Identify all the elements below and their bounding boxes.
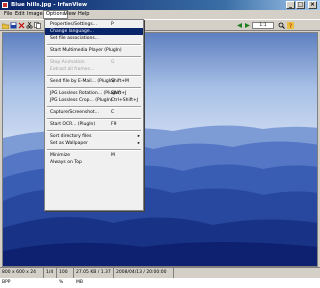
menu-item-shortcut: G (111, 60, 115, 65)
menu-separator (47, 75, 141, 77)
menu-item-capture-screenshot[interactable]: Capture/Screenshot... C (45, 109, 143, 116)
zoom-icon[interactable] (278, 22, 285, 29)
menu-item-label: Minimize (50, 153, 70, 158)
menu-item-shortcut: F9 (111, 122, 117, 127)
help-icon[interactable]: ? (287, 22, 294, 29)
menu-item-shortcut: C (111, 110, 115, 115)
menu-item-label: Change language... (50, 29, 94, 34)
menu-item-label: Start Multimedia Player (PlugIn) (50, 48, 122, 53)
menu-item-shortcut: P (111, 22, 114, 27)
app-icon (2, 2, 8, 8)
menu-separator (47, 44, 141, 46)
menu-item-shortcut: Ctrl+Shift+J (111, 98, 139, 103)
menu-separator (47, 149, 141, 151)
options-menu: Properties/Settings... P Change language.… (44, 19, 144, 211)
status-bar: 800 x 600 x 24 BPP 1/4 100 % 27.05 KB / … (0, 267, 320, 285)
previous-icon[interactable] (236, 22, 243, 29)
menu-item-label: JPG Lossless Crop... (PlugIn) (50, 98, 113, 103)
menu-item-properties-settings[interactable]: Properties/Settings... P (45, 21, 143, 28)
menu-separator (47, 87, 141, 89)
menu-item-sort-directory[interactable]: Sort directory files ▸ (45, 133, 143, 140)
menu-item-multimedia-player[interactable]: Start Multimedia Player (PlugIn) (45, 47, 143, 54)
menu-separator (47, 130, 141, 132)
status-file-size: 27.05 KB / 1.37 MB (74, 268, 114, 285)
menu-help[interactable]: Help (76, 10, 91, 19)
menu-item-label: Set as Wallpaper (50, 141, 88, 146)
menu-item-jpg-lossless-crop[interactable]: JPG Lossless Crop... (PlugIn) Ctrl+Shift+… (45, 97, 143, 104)
status-zoom: 100 % (57, 268, 74, 285)
title-bar[interactable]: Blue hills.jpg - IrfanView _ □ × (0, 0, 320, 10)
menu-item-jpg-lossless-rotation[interactable]: JPG Lossless Rotation... (PlugIn) Shift+J (45, 90, 143, 97)
menu-separator (47, 118, 141, 120)
menu-item-label: Send file by E-Mail... (PlugIn) (50, 79, 115, 84)
menu-item-change-language[interactable]: Change language... (45, 28, 143, 35)
menu-item-shortcut: M (111, 153, 115, 158)
close-button[interactable]: × (308, 1, 317, 9)
next-icon[interactable] (244, 22, 251, 29)
svg-text:?: ? (289, 23, 292, 29)
menu-item-label: Always on Top (50, 160, 82, 165)
menu-item-stop-animation[interactable]: Stop Animation G (45, 59, 143, 66)
status-image-size: 800 x 600 x 24 BPP (0, 268, 44, 285)
status-datetime: 2008/04/13 / 20:00:00 (114, 268, 174, 278)
status-file-index: 1/4 (44, 268, 57, 278)
minimize-button[interactable]: _ (286, 1, 295, 9)
menu-item-start-ocr[interactable]: Start OCR... (PlugIn) F9 (45, 121, 143, 128)
menu-item-shortcut: Shift+J (111, 91, 127, 96)
menu-item-extract-frames[interactable]: Extract all frames... (45, 66, 143, 73)
menu-separator (47, 56, 141, 58)
menu-image[interactable]: Image (25, 10, 45, 19)
menu-item-label: Stop Animation (50, 60, 85, 65)
menu-separator (47, 106, 141, 108)
save-icon[interactable] (10, 22, 17, 29)
submenu-arrow-icon: ▸ (137, 134, 140, 139)
cut-icon[interactable] (26, 22, 33, 29)
menu-item-file-associations[interactable]: Set file associations... (45, 35, 143, 42)
menu-item-set-wallpaper[interactable]: Set as Wallpaper ▸ (45, 140, 143, 147)
open-folder-icon[interactable] (2, 22, 9, 29)
menu-bar: File Edit Image Options View Help (0, 10, 320, 19)
menu-item-always-on-top[interactable]: Always on Top (45, 159, 143, 166)
submenu-arrow-icon: ▸ (137, 141, 140, 146)
menu-item-label: Start OCR... (PlugIn) (50, 122, 96, 127)
menu-item-minimize[interactable]: Minimize M (45, 152, 143, 159)
copy-icon[interactable] (34, 22, 41, 29)
delete-icon[interactable] (18, 22, 25, 29)
menu-item-label: Set file associations... (50, 36, 100, 41)
window-title: Blue hills.jpg - IrfanView (11, 2, 88, 8)
maximize-button[interactable]: □ (296, 1, 305, 9)
zoom-combo[interactable]: 1:1 (252, 22, 274, 29)
menu-item-label: Sort directory files (50, 134, 92, 139)
menu-item-label: Capture/Screenshot... (50, 110, 99, 115)
menu-item-send-email[interactable]: Send file by E-Mail... (PlugIn) Shift+M (45, 78, 143, 85)
menu-item-label: Properties/Settings... (50, 22, 98, 27)
menu-item-shortcut: Shift+M (111, 79, 129, 84)
menu-item-label: Extract all frames... (50, 67, 95, 72)
